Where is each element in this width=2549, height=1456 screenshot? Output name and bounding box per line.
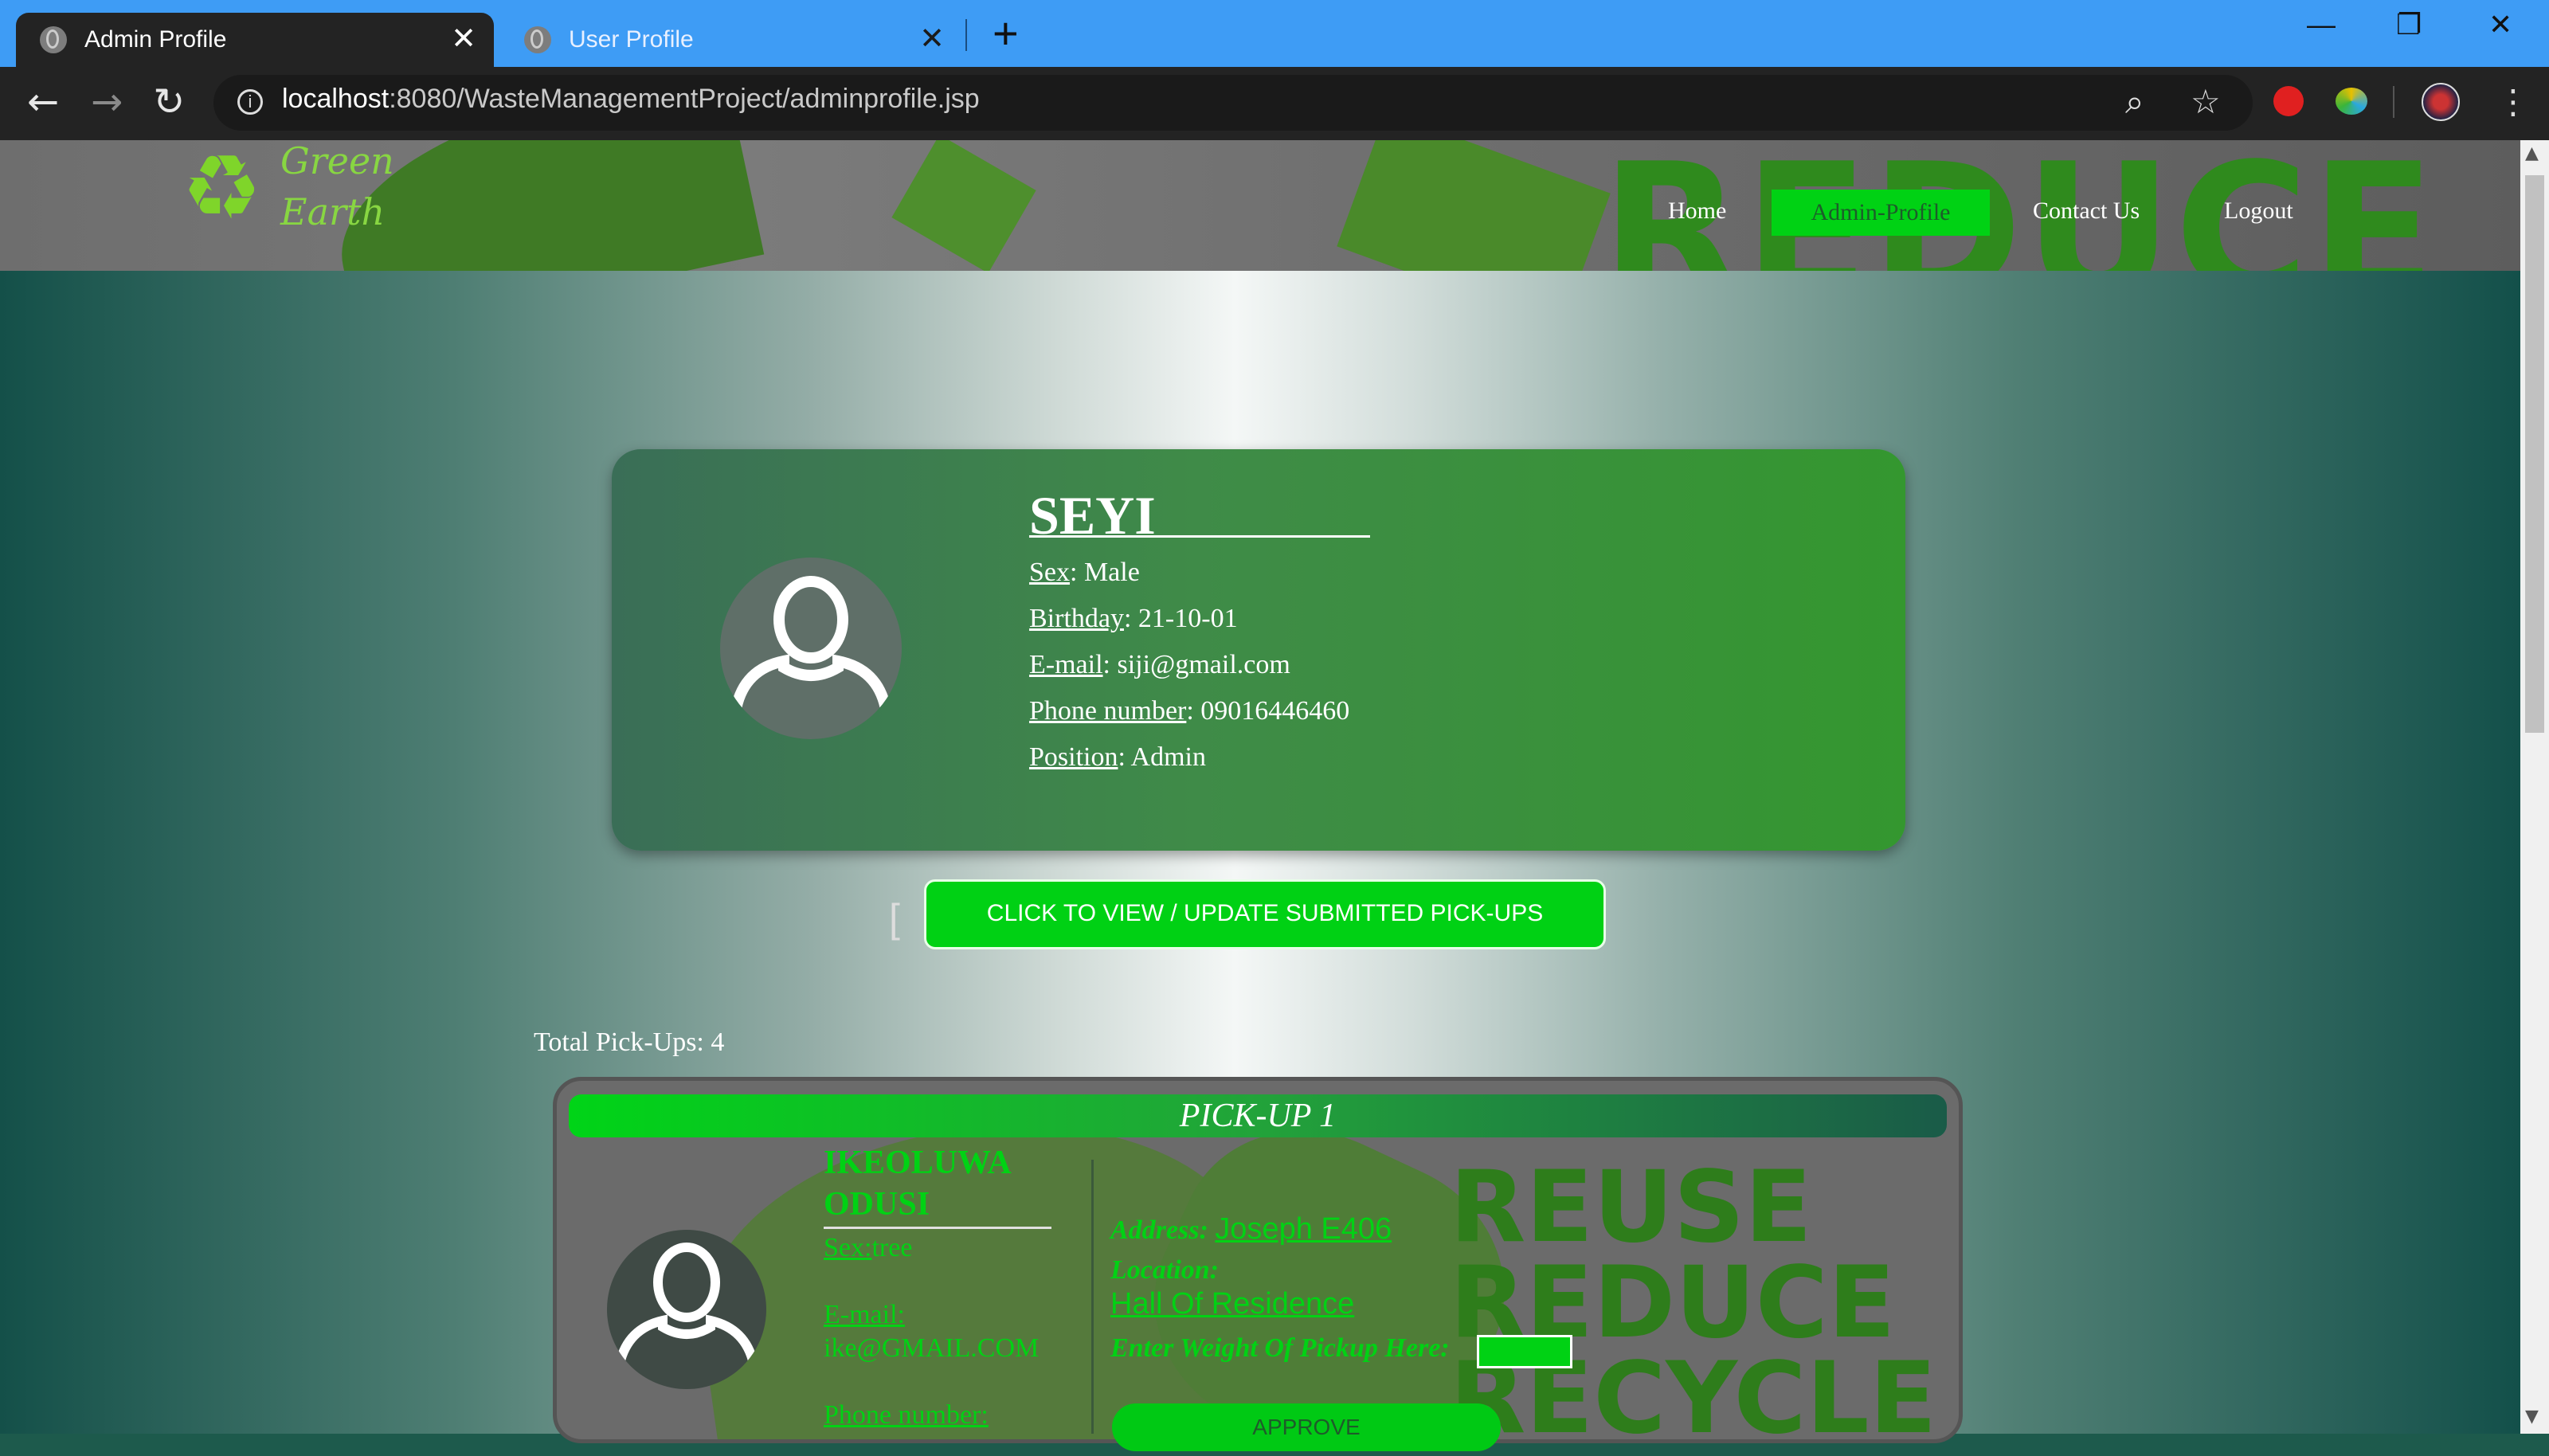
reload-icon[interactable]: ↻ [153, 83, 185, 121]
field-value: : 21-10-01 [1123, 604, 1238, 633]
tab-admin-profile[interactable]: Admin Profile ✕ [16, 13, 494, 67]
pickup-email-label: E-mail: [824, 1300, 905, 1330]
name-underline [824, 1227, 1051, 1229]
url-path: :8080/WasteManagementProject/adminprofil… [389, 84, 980, 114]
scroll-up-icon[interactable]: ▲ [2525, 143, 2539, 163]
name-line-1: IKEOLUWA [824, 1145, 1012, 1181]
recycle-arrow-decoration [891, 140, 1036, 271]
star-icon[interactable]: ☆ [2191, 84, 2221, 119]
scrollbar-thumb[interactable] [2525, 175, 2544, 733]
field-label: Sex [1029, 558, 1070, 587]
pickup-phone-label: Phone number: [824, 1400, 989, 1431]
field-value: tree [871, 1233, 913, 1262]
field-label: Sex: [824, 1233, 872, 1262]
field-label: Birthday [1029, 604, 1124, 633]
field-label: E-mail: [824, 1300, 905, 1329]
restore-icon[interactable]: ❐ [2396, 8, 2422, 41]
pickup-location: Hall Of Residence [1110, 1287, 1354, 1321]
pickup-customer-name: IKEOLUWA ODUSI [824, 1142, 1055, 1225]
tab-divider [965, 19, 967, 51]
logo-line-1: Green [280, 139, 394, 182]
url-host: localhost [282, 84, 390, 114]
approve-button[interactable]: APPROVE [1112, 1403, 1501, 1451]
user-silhouette-icon [615, 1243, 758, 1365]
total-pickups-text: Total Pick-Ups: 4 [534, 1027, 725, 1057]
profile-field-phone: Phone number: 09016446460 [1029, 696, 1349, 726]
tab-title: Admin Profile [84, 26, 227, 53]
globe-icon [40, 26, 67, 53]
profile-field-sex: Sex: Male [1029, 558, 1140, 588]
weight-input[interactable] [1477, 1335, 1572, 1368]
field-label: E-mail [1029, 650, 1103, 679]
profile-field-email: E-mail: siji@gmail.com [1029, 650, 1290, 680]
info-icon[interactable]: i [237, 89, 263, 115]
forward-icon[interactable]: → [91, 83, 123, 121]
profile-avatar-icon[interactable] [2422, 83, 2460, 121]
header-background-text: REDUCE [1601, 140, 2437, 271]
user-silhouette-icon [730, 576, 891, 710]
tab-user-profile[interactable]: User Profile ✕ [500, 13, 962, 67]
logo-text[interactable]: Green Earth [280, 135, 394, 237]
logo-line-2: Earth [280, 190, 386, 233]
zoom-icon[interactable]: ⌕ [2125, 84, 2144, 119]
profile-field-birthday: Birthday: 21-10-01 [1029, 604, 1238, 634]
bg-word: REUSE [1450, 1150, 1812, 1265]
menu-icon[interactable]: ⋮ [2496, 84, 2530, 119]
name-line-2: ODUSI [824, 1186, 930, 1223]
field-label: Address: [1110, 1215, 1208, 1245]
globe-icon [524, 26, 551, 53]
recycle-logo-icon[interactable]: ♻ [182, 143, 261, 233]
scroll-down-icon[interactable]: ▼ [2525, 1407, 2539, 1427]
extension-icon[interactable] [2336, 88, 2367, 115]
field-label: Position [1029, 742, 1118, 772]
field-label: Phone number [1029, 696, 1187, 726]
field-value: : 09016446460 [1186, 696, 1350, 726]
vertical-divider [1091, 1160, 1094, 1434]
pickup-location-label: Location: [1110, 1255, 1219, 1285]
pickup-email-value: ike@GMAIL.COM [824, 1333, 1040, 1363]
field-label: Phone number: [824, 1400, 989, 1430]
profile-field-position: Position: Admin [1029, 742, 1206, 773]
field-value: : Admin [1118, 742, 1207, 772]
nav-contact-us[interactable]: Contact Us [2033, 198, 2140, 225]
adblock-extension-icon[interactable] [2273, 86, 2304, 116]
location-link[interactable]: Hall Of Residence [1110, 1287, 1354, 1321]
minimize-icon[interactable]: — [2307, 8, 2336, 41]
toolbar-divider [2393, 86, 2394, 118]
field-value: : Male [1070, 558, 1140, 587]
nav-home[interactable]: Home [1668, 198, 1726, 225]
pickup-title-banner: PICK-UP 1 [569, 1094, 1947, 1137]
nav-admin-profile[interactable]: Admin-Profile [1772, 190, 1990, 236]
tab-title: User Profile [569, 26, 694, 53]
pickup-sex: Sex:tree [824, 1233, 912, 1263]
nav-logout[interactable]: Logout [2224, 198, 2293, 225]
tab-close-icon[interactable]: ✕ [919, 24, 945, 54]
name-underline [1029, 535, 1370, 538]
pickup-background-text: REUSE REDUCE RECYCLE [1450, 1150, 1936, 1448]
view-pickups-button[interactable]: CLICK TO VIEW / UPDATE SUBMITTED PICK-UP… [924, 879, 1606, 949]
address-link[interactable]: Joseph E406 [1215, 1212, 1392, 1246]
profile-name: SEYI [1029, 485, 1156, 546]
pickup-address: Address: Joseph E406 [1110, 1212, 1392, 1247]
window-close-icon[interactable]: ✕ [2488, 8, 2512, 41]
bracket-glyph: [ [889, 896, 900, 941]
pickup-weight-label: Enter Weight Of Pickup Here: [1110, 1333, 1450, 1363]
tab-close-icon[interactable]: ✕ [451, 24, 476, 54]
avatar [720, 558, 902, 739]
leaf-decoration [1337, 140, 1611, 271]
avatar [607, 1230, 766, 1389]
url-text[interactable]: localhost:8080/WasteManagementProject/ad… [282, 84, 980, 115]
back-icon[interactable]: ← [27, 83, 59, 121]
new-tab-icon[interactable]: + [993, 11, 1019, 56]
field-value: : siji@gmail.com [1102, 650, 1290, 679]
